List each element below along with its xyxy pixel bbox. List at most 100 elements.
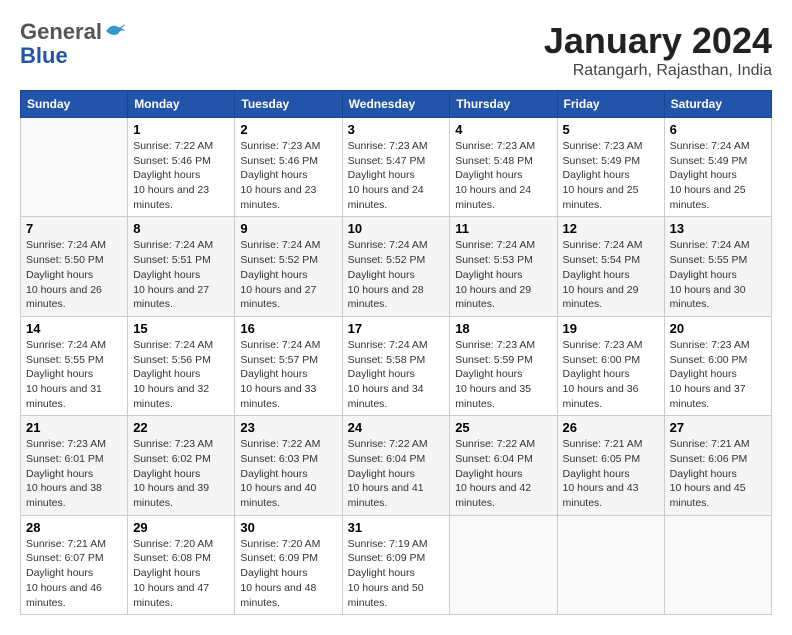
day-info: Sunrise: 7:24 AMSunset: 5:54 PMDaylight … — [563, 238, 659, 311]
calendar-cell: 13 Sunrise: 7:24 AMSunset: 5:55 PMDayligh… — [664, 217, 771, 316]
day-info: Sunrise: 7:22 AMSunset: 6:04 PMDaylight … — [455, 437, 551, 510]
calendar-cell: 17Sunrise: 7:24 AMSunset: 5:58 PMDayligh… — [342, 316, 450, 415]
calendar-cell: 2 Sunrise: 7:23 AMSunset: 5:46 PMDaylight… — [235, 118, 342, 217]
day-info: Sunrise: 7:23 AMSunset: 6:02 PMDaylight … — [133, 437, 229, 510]
weekday-header-friday: Friday — [557, 91, 664, 118]
calendar-cell: 26 Sunrise: 7:21 AMSunset: 6:05 PMDayligh… — [557, 416, 664, 515]
calendar-cell: 27 Sunrise: 7:21 AMSunset: 6:06 PMDayligh… — [664, 416, 771, 515]
day-info: Sunrise: 7:24 AMSunset: 5:53 PMDaylight … — [455, 238, 551, 311]
calendar-table: SundayMondayTuesdayWednesdayThursdayFrid… — [20, 90, 772, 615]
calendar-cell: 11 Sunrise: 7:24 AMSunset: 5:53 PMDayligh… — [450, 217, 557, 316]
weekday-header-saturday: Saturday — [664, 91, 771, 118]
calendar-cell: 8 Sunrise: 7:24 AMSunset: 5:51 PMDaylight… — [128, 217, 235, 316]
calendar-cell: 4Sunrise: 7:23 AMSunset: 5:48 PMDaylight… — [450, 118, 557, 217]
weekday-header-row: SundayMondayTuesdayWednesdayThursdayFrid… — [21, 91, 772, 118]
calendar-cell: 28 Sunrise: 7:21 AMSunset: 6:07 PMDayligh… — [21, 515, 128, 614]
day-number: 26 — [563, 420, 659, 435]
day-number: 23 — [240, 420, 336, 435]
calendar-cell: 12 Sunrise: 7:24 AMSunset: 5:54 PMDayligh… — [557, 217, 664, 316]
day-info: Sunrise: 7:21 AMSunset: 6:06 PMDaylight … — [670, 437, 766, 510]
day-number: 28 — [26, 520, 122, 535]
day-info: Sunrise: 7:24 AMSunset: 5:55 PMDaylight … — [670, 238, 766, 311]
calendar-body: 1 Sunrise: 7:22 AMSunset: 5:46 PMDaylight… — [21, 118, 772, 615]
day-number: 1 — [133, 122, 229, 137]
day-info: Sunrise: 7:23 AMSunset: 6:01 PMDaylight … — [26, 437, 122, 510]
logo-general-text: General — [20, 20, 102, 44]
weekday-header-thursday: Thursday — [450, 91, 557, 118]
day-number: 14 — [26, 321, 122, 336]
calendar-cell — [21, 118, 128, 217]
day-info: Sunrise: 7:24 AMSunset: 5:52 PMDaylight … — [240, 238, 336, 311]
day-number: 24 — [348, 420, 445, 435]
day-info: Sunrise: 7:23 AMSunset: 6:00 PMDaylight … — [563, 338, 659, 411]
calendar-cell: 25 Sunrise: 7:22 AMSunset: 6:04 PMDayligh… — [450, 416, 557, 515]
calendar-cell: 6 Sunrise: 7:24 AMSunset: 5:49 PMDaylight… — [664, 118, 771, 217]
calendar-cell — [450, 515, 557, 614]
day-number: 10 — [348, 221, 445, 236]
day-info: Sunrise: 7:23 AMSunset: 5:46 PMDaylight … — [240, 139, 336, 212]
title-area: January 2024 Ratangarh, Rajasthan, India — [544, 20, 772, 80]
calendar-cell: 31 Sunrise: 7:19 AMSunset: 6:09 PMDayligh… — [342, 515, 450, 614]
day-info: Sunrise: 7:20 AMSunset: 6:08 PMDaylight … — [133, 537, 229, 610]
day-number: 2 — [240, 122, 336, 137]
logo-blue-text: Blue — [20, 44, 126, 68]
calendar-cell: 10Sunrise: 7:24 AMSunset: 5:52 PMDayligh… — [342, 217, 450, 316]
day-info: Sunrise: 7:24 AMSunset: 5:57 PMDaylight … — [240, 338, 336, 411]
day-info: Sunrise: 7:24 AMSunset: 5:55 PMDaylight … — [26, 338, 122, 411]
day-info: Sunrise: 7:22 AMSunset: 5:46 PMDaylight … — [133, 139, 229, 212]
calendar-cell: 18Sunrise: 7:23 AMSunset: 5:59 PMDayligh… — [450, 316, 557, 415]
day-info: Sunrise: 7:24 AMSunset: 5:56 PMDaylight … — [133, 338, 229, 411]
calendar-cell: 3Sunrise: 7:23 AMSunset: 5:47 PMDaylight… — [342, 118, 450, 217]
month-title: January 2024 — [544, 20, 772, 62]
day-info: Sunrise: 7:23 AMSunset: 5:47 PMDaylight … — [348, 139, 445, 212]
weekday-header-wednesday: Wednesday — [342, 91, 450, 118]
calendar-cell: 16 Sunrise: 7:24 AMSunset: 5:57 PMDayligh… — [235, 316, 342, 415]
calendar-cell: 7 Sunrise: 7:24 AMSunset: 5:50 PMDaylight… — [21, 217, 128, 316]
day-number: 22 — [133, 420, 229, 435]
day-number: 29 — [133, 520, 229, 535]
day-info: Sunrise: 7:21 AMSunset: 6:07 PMDaylight … — [26, 537, 122, 610]
weekday-header-tuesday: Tuesday — [235, 91, 342, 118]
day-number: 25 — [455, 420, 551, 435]
day-number: 20 — [670, 321, 766, 336]
day-number: 12 — [563, 221, 659, 236]
day-info: Sunrise: 7:21 AMSunset: 6:05 PMDaylight … — [563, 437, 659, 510]
location: Ratangarh, Rajasthan, India — [544, 62, 772, 80]
day-number: 6 — [670, 122, 766, 137]
day-info: Sunrise: 7:24 AMSunset: 5:50 PMDaylight … — [26, 238, 122, 311]
day-info: Sunrise: 7:24 AMSunset: 5:58 PMDaylight … — [348, 338, 445, 411]
calendar-cell: 20Sunrise: 7:23 AMSunset: 6:00 PMDayligh… — [664, 316, 771, 415]
day-number: 9 — [240, 221, 336, 236]
weekday-header-sunday: Sunday — [21, 91, 128, 118]
day-number: 31 — [348, 520, 445, 535]
day-info: Sunrise: 7:20 AMSunset: 6:09 PMDaylight … — [240, 537, 336, 610]
calendar-cell — [664, 515, 771, 614]
day-info: Sunrise: 7:24 AMSunset: 5:49 PMDaylight … — [670, 139, 766, 212]
day-info: Sunrise: 7:24 AMSunset: 5:51 PMDaylight … — [133, 238, 229, 311]
day-info: Sunrise: 7:19 AMSunset: 6:09 PMDaylight … — [348, 537, 445, 610]
calendar-cell: 22 Sunrise: 7:23 AMSunset: 6:02 PMDayligh… — [128, 416, 235, 515]
calendar-cell — [557, 515, 664, 614]
logo: General Blue — [20, 20, 126, 68]
day-number: 7 — [26, 221, 122, 236]
day-number: 13 — [670, 221, 766, 236]
day-number: 8 — [133, 221, 229, 236]
calendar-cell: 30 Sunrise: 7:20 AMSunset: 6:09 PMDayligh… — [235, 515, 342, 614]
day-number: 27 — [670, 420, 766, 435]
calendar-cell: 15 Sunrise: 7:24 AMSunset: 5:56 PMDayligh… — [128, 316, 235, 415]
calendar-cell: 23Sunrise: 7:22 AMSunset: 6:03 PMDayligh… — [235, 416, 342, 515]
calendar-cell: 19 Sunrise: 7:23 AMSunset: 6:00 PMDayligh… — [557, 316, 664, 415]
calendar-header: SundayMondayTuesdayWednesdayThursdayFrid… — [21, 91, 772, 118]
day-number: 21 — [26, 420, 122, 435]
day-number: 11 — [455, 221, 551, 236]
day-number: 16 — [240, 321, 336, 336]
day-info: Sunrise: 7:23 AMSunset: 5:59 PMDaylight … — [455, 338, 551, 411]
calendar-week-2: 7 Sunrise: 7:24 AMSunset: 5:50 PMDaylight… — [21, 217, 772, 316]
calendar-week-3: 14 Sunrise: 7:24 AMSunset: 5:55 PMDayligh… — [21, 316, 772, 415]
day-number: 30 — [240, 520, 336, 535]
header: General Blue January 2024 Ratangarh, Raj… — [20, 20, 772, 80]
day-number: 4 — [455, 122, 551, 137]
day-number: 5 — [563, 122, 659, 137]
day-number: 15 — [133, 321, 229, 336]
day-number: 19 — [563, 321, 659, 336]
